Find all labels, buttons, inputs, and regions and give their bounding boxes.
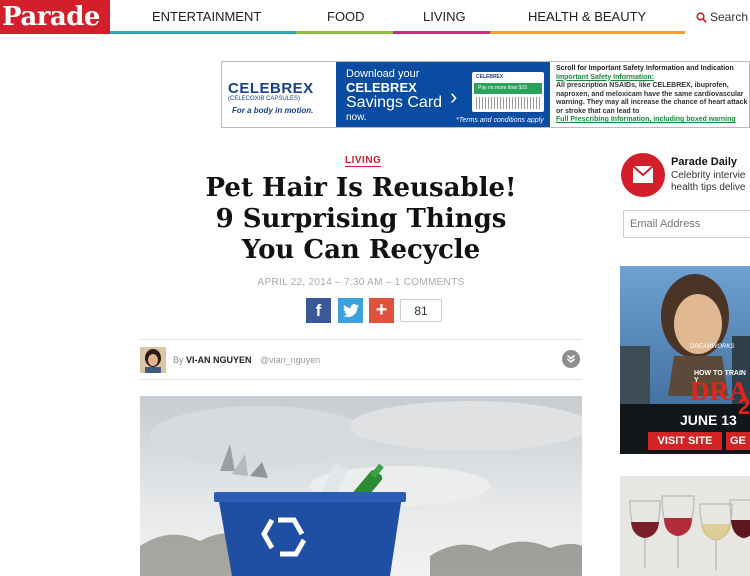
- nav-living[interactable]: LIVING: [423, 0, 466, 34]
- celebrex-ad-banner[interactable]: CELEBREX (CELECOXIB CAPSULES) For a body…: [221, 61, 750, 128]
- newsletter-badge: [621, 153, 665, 197]
- byline-text: By VI-AN NGUYEN: [173, 355, 252, 365]
- card-pay: Pay no more than $15: [474, 83, 542, 94]
- ad-logo-panel: CELEBREX (CELECOXIB CAPSULES) For a body…: [222, 62, 335, 127]
- ad-tagline: For a body in motion.: [232, 106, 314, 115]
- barcode-icon: [476, 97, 540, 109]
- ad-get-button[interactable]: GE: [726, 432, 750, 450]
- twitter-icon: [342, 304, 359, 318]
- savings-card-image: CELEBREX Pay no more than $15: [472, 72, 544, 112]
- ad-visit-site-button[interactable]: VISIT SITE: [648, 432, 722, 450]
- search-button[interactable]: Search: [696, 0, 748, 34]
- ad-download-text: Download your: [346, 68, 420, 80]
- facebook-icon: f: [315, 301, 322, 320]
- search-label: Search: [710, 10, 749, 24]
- ad-safety-body: All prescription NSAIDs, like CELEBREX, …: [556, 82, 748, 115]
- article-title: Pet Hair Is Reusable! 9 Surprising Thing…: [205, 173, 517, 265]
- newsletter-desc-2: health tips delive: [671, 182, 746, 193]
- nav-underline-health-beauty: [490, 31, 685, 34]
- expand-author-button[interactable]: [562, 350, 580, 368]
- ad-safety-link[interactable]: Important Safety Information:: [556, 74, 749, 83]
- ad-prescribing-link[interactable]: Full Prescribing Information, including …: [556, 116, 749, 125]
- envelope-icon: [632, 165, 654, 183]
- more-share-button[interactable]: +: [369, 298, 394, 323]
- ad-safety-info[interactable]: Scroll for Important Safety Information …: [556, 65, 749, 125]
- movie-ad[interactable]: DREAMWORKS HOW TO TRAIN Y DRAG 2 JUNE 13…: [620, 266, 750, 454]
- category-link[interactable]: LIVING: [345, 155, 382, 167]
- nav-underline-living: [393, 31, 490, 34]
- parade-daily-signup: Parade Daily Celebrity intervie health t…: [621, 153, 750, 201]
- ad-now-text: now.: [346, 112, 367, 123]
- nav-underline-food: [296, 31, 393, 34]
- article-meta: APRIL 22, 2014 – 7:30 AM – 1 COMMENTS: [257, 277, 465, 288]
- plus-icon: +: [375, 299, 388, 321]
- byline: By VI-AN NGUYEN @vian_nguyen: [140, 339, 582, 380]
- chevron-right-icon: ›: [450, 84, 458, 109]
- newsletter-desc-1: Celebrity intervie: [671, 170, 746, 181]
- ad-presenter: DREAMWORKS: [690, 344, 735, 350]
- ad-brand: CELEBREX: [228, 80, 314, 97]
- author-avatar[interactable]: [140, 347, 166, 373]
- ad-movie-date: JUNE 13: [680, 412, 737, 428]
- facebook-share-button[interactable]: f: [306, 298, 331, 323]
- nav-entertainment[interactable]: ENTERTAINMENT: [152, 0, 261, 34]
- ad-savings-panel[interactable]: Download your CELEBREX Savings Card now.…: [336, 62, 550, 127]
- newsletter-title: Parade Daily: [671, 156, 738, 168]
- hero-image-recycle-bin: [140, 396, 582, 576]
- card-title: CELEBREX: [476, 74, 504, 80]
- ad-terms: *Terms and conditions apply: [456, 117, 544, 124]
- author-link[interactable]: VI-AN NGUYEN: [186, 355, 252, 365]
- nav-underline-entertainment: [110, 31, 296, 34]
- share-count: 81: [400, 299, 442, 322]
- ad-movie-number: 2: [738, 394, 750, 419]
- ad-card-brand: CELEBREX: [346, 80, 417, 95]
- ad-savings-text: Savings Card: [346, 94, 443, 111]
- recycle-bin-photo: [140, 396, 582, 576]
- ad-safety-heading: Scroll for Important Safety Information …: [556, 65, 734, 72]
- nav-health-beauty[interactable]: HEALTH & BEAUTY: [528, 0, 646, 34]
- wine-glasses-image: [620, 476, 750, 576]
- site-header: Parade ENTERTAINMENT FOOD LIVING HEALTH …: [0, 0, 750, 34]
- wine-glasses-ad[interactable]: [620, 476, 750, 576]
- author-twitter-handle[interactable]: @vian_nguyen: [260, 355, 320, 365]
- nav-food[interactable]: FOOD: [327, 0, 365, 34]
- ad-brand-sub: (CELECOXIB CAPSULES): [228, 96, 301, 102]
- byline-prefix: By: [173, 355, 184, 365]
- email-input[interactable]: Email Address: [623, 210, 750, 238]
- avatar-image: [140, 347, 166, 373]
- twitter-share-button[interactable]: [338, 298, 363, 323]
- chevron-down-icon: [566, 354, 576, 364]
- search-icon: [696, 12, 707, 24]
- parade-logo[interactable]: Parade: [0, 0, 110, 34]
